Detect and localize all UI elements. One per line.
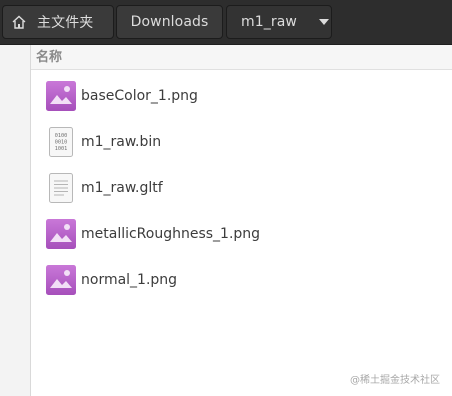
sidebar bbox=[0, 45, 31, 396]
file-row[interactable]: m1_raw.gltf bbox=[31, 165, 452, 211]
breadcrumb-downloads-label: Downloads bbox=[130, 14, 209, 30]
path-bar: 主文件夹 Downloads m1_raw bbox=[0, 0, 452, 45]
file-row[interactable]: metallicRoughness_1.png bbox=[31, 211, 452, 257]
file-name: m1_raw.gltf bbox=[81, 180, 163, 196]
file-row[interactable]: 0100 0010 1001 m1_raw.bin bbox=[31, 119, 452, 165]
chevron-down-icon[interactable] bbox=[318, 19, 329, 25]
column-header-label: 名称 bbox=[36, 50, 63, 65]
breadcrumb-home[interactable]: 主文件夹 bbox=[2, 5, 114, 39]
file-name: metallicRoughness_1.png bbox=[81, 226, 261, 242]
image-file-icon bbox=[46, 265, 76, 295]
file-name: m1_raw.bin bbox=[81, 134, 162, 150]
file-manager-window: 主文件夹 Downloads m1_raw 名称 baseColor_1.png… bbox=[0, 0, 452, 396]
breadcrumb-current[interactable]: m1_raw bbox=[226, 5, 332, 39]
home-icon bbox=[12, 15, 26, 29]
text-file-icon bbox=[49, 173, 73, 203]
image-file-icon bbox=[46, 81, 76, 111]
column-header-name[interactable]: 名称 bbox=[31, 45, 452, 70]
image-file-icon bbox=[46, 219, 76, 249]
breadcrumb-home-label: 主文件夹 bbox=[37, 15, 94, 31]
breadcrumb-downloads[interactable]: Downloads bbox=[116, 5, 223, 39]
svg-text:1001: 1001 bbox=[55, 146, 68, 152]
watermark: @稀土掘金技术社区 bbox=[350, 375, 440, 386]
breadcrumb-current-label: m1_raw bbox=[241, 14, 297, 30]
file-name: normal_1.png bbox=[81, 272, 178, 288]
binary-file-icon: 0100 0010 1001 bbox=[49, 127, 73, 157]
file-name: baseColor_1.png bbox=[81, 88, 198, 104]
file-row[interactable]: normal_1.png bbox=[31, 257, 452, 303]
file-list: baseColor_1.png 0100 0010 1001 m1_raw.bi… bbox=[31, 70, 452, 396]
svg-text:0100: 0100 bbox=[55, 133, 68, 139]
file-row[interactable]: baseColor_1.png bbox=[31, 73, 452, 119]
svg-text:0010: 0010 bbox=[55, 140, 68, 146]
